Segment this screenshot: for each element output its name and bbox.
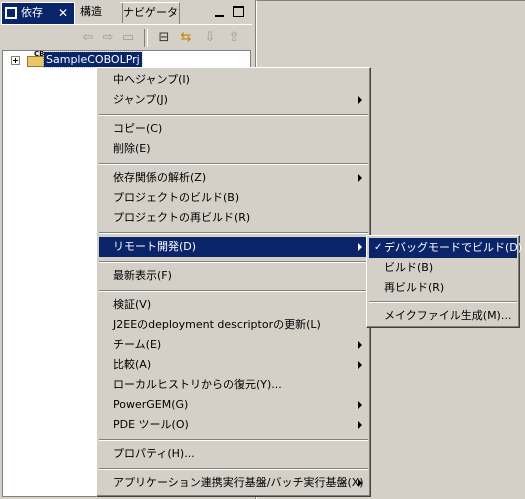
menu-item-restore-local-history[interactable]: ローカルヒストリからの復元(Y)... (99, 375, 368, 395)
submenu-arrow-icon (358, 361, 362, 369)
menu-item-label: プロジェクトのビルド(B) (113, 191, 240, 204)
tab-navigator-label: ナビゲータ (123, 6, 178, 19)
menu-item-analyze-dependencies[interactable]: 依存関係の解析(Z) (99, 168, 368, 188)
check-icon: ✓ (374, 242, 383, 253)
context-menu: 中へジャンプ(I) ジャンプ(J) コピー(C) 削除(E) 依存関係の解析(Z… (96, 67, 371, 497)
menu-separator (99, 163, 368, 165)
menu-item-team[interactable]: チーム(E) (99, 335, 368, 355)
menu-item-copy[interactable]: コピー(C) (99, 119, 368, 139)
submenu-arrow-icon (358, 174, 362, 182)
submenu-item-label: デバッグモードでビルド(D) (384, 241, 523, 254)
up-folder-icon[interactable]: ▭ (119, 29, 137, 47)
menu-separator (99, 261, 368, 263)
menu-item-label: PowerGEM(G) (113, 398, 189, 411)
menu-item-label: PDE ツール(O) (113, 418, 189, 431)
menu-item-application-batch-platform[interactable]: アプリケーション連携実行基盤/バッチ実行基盤(X) (99, 473, 368, 493)
collapse-all-icon[interactable]: ⊟ (155, 29, 173, 47)
tab-dependency[interactable]: 依存 ✕ (1, 2, 75, 24)
submenu-item-debug-build[interactable]: ✓ デバッグモードでビルド(D) (369, 238, 522, 258)
submenu-arrow-icon (358, 479, 362, 487)
minimize-button[interactable] (215, 9, 225, 17)
remote-development-submenu: ✓ デバッグモードでビルド(D) ビルド(B) 再ビルド(R) メイクファイル生… (366, 235, 522, 328)
toolbar-separator (144, 29, 148, 47)
menu-separator (99, 290, 368, 292)
menu-item-label: 最新表示(F) (113, 269, 172, 282)
back-arrow-icon[interactable]: ⇦ (79, 29, 97, 47)
menu-item-refresh[interactable]: 最新表示(F) (99, 266, 368, 286)
tab-navigator[interactable]: ナビゲータ (120, 2, 180, 24)
menu-separator (369, 301, 517, 303)
menu-item-update-deployment-descriptor[interactable]: J2EEのdeployment descriptorの更新(L) (99, 315, 368, 335)
menu-separator (99, 439, 368, 441)
expand-icon[interactable] (11, 56, 20, 65)
menu-item-label: J2EEのdeployment descriptorの更新(L) (113, 318, 321, 331)
menu-item-label: 削除(E) (113, 142, 151, 155)
menu-item-label: コピー(C) (113, 122, 163, 135)
menu-item-properties[interactable]: プロパティ(H)... (99, 444, 368, 464)
menu-item-label: 依存関係の解析(Z) (113, 171, 207, 184)
menu-item-label: リモート開発(D) (113, 240, 197, 253)
menu-separator (99, 114, 368, 116)
submenu-item-label: 再ビルド(R) (384, 281, 445, 294)
menu-item-label: 検証(V) (113, 298, 152, 311)
submenu-arrow-icon (358, 421, 362, 429)
maximize-button[interactable] (233, 6, 244, 17)
submenu-item-label: メイクファイル生成(M)... (384, 309, 512, 322)
view-icon (5, 7, 17, 19)
tab-structure[interactable]: 構造 (76, 2, 123, 23)
submenu-arrow-icon (358, 96, 362, 104)
submenu-item-build[interactable]: ビルド(B) (369, 258, 517, 278)
menu-item-compare[interactable]: 比較(A) (99, 355, 368, 375)
tab-structure-label: 構造 (80, 5, 102, 18)
submenu-item-rebuild[interactable]: 再ビルド(R) (369, 278, 517, 298)
tree-item-sample-cobol-project[interactable]: SampleCOBOLPrj (43, 51, 143, 68)
submenu-item-generate-makefile[interactable]: メイクファイル生成(M)... (369, 306, 517, 326)
view-toolbar: ⇦ ⇨ ▭ ⊟ ⇆ ⇩ ⇧ (1, 24, 252, 50)
menu-item-jump[interactable]: ジャンプ(J) (99, 90, 368, 110)
menu-item-label: 比較(A) (113, 358, 152, 371)
submenu-arrow-icon (358, 243, 362, 251)
import-icon[interactable]: ⇩ (201, 29, 219, 47)
menu-item-label: プロジェクトの再ビルド(R) (113, 211, 251, 224)
menu-item-label: 中へジャンプ(I) (113, 73, 190, 86)
menu-item-powergem[interactable]: PowerGEM(G) (99, 395, 368, 415)
tab-dependency-label: 依存 (21, 6, 43, 19)
menu-item-rebuild-project[interactable]: プロジェクトの再ビルド(R) (99, 208, 368, 228)
submenu-arrow-icon (358, 341, 362, 349)
close-tab-icon[interactable]: ✕ (58, 3, 68, 23)
menu-item-label: ジャンプ(J) (113, 93, 168, 106)
menu-item-label: ローカルヒストリからの復元(Y)... (113, 378, 282, 391)
link-with-editor-icon[interactable]: ⇆ (177, 29, 195, 47)
menu-separator (99, 468, 368, 470)
submenu-arrow-icon (358, 401, 362, 409)
menu-item-build-project[interactable]: プロジェクトのビルド(B) (99, 188, 368, 208)
menu-item-validate[interactable]: 検証(V) (99, 295, 368, 315)
menu-item-label: チーム(E) (113, 338, 162, 351)
menu-item-label: プロパティ(H)... (113, 447, 195, 460)
menu-separator (99, 232, 368, 234)
view-tab-bar: 依存 ✕ 構造 ナビゲータ (0, 2, 253, 24)
menu-item-remote-development[interactable]: リモート開発(D) (99, 237, 368, 257)
submenu-item-label: ビルド(B) (384, 261, 434, 274)
forward-arrow-icon[interactable]: ⇨ (99, 29, 117, 47)
export-icon[interactable]: ⇧ (225, 29, 243, 47)
cobol-project-icon: CB (27, 50, 44, 67)
menu-item-pde-tools[interactable]: PDE ツール(O) (99, 415, 368, 435)
menu-item-jump-into[interactable]: 中へジャンプ(I) (99, 70, 368, 90)
menu-item-label: アプリケーション連携実行基盤/バッチ実行基盤(X) (113, 476, 364, 489)
menu-item-delete[interactable]: 削除(E) (99, 139, 368, 159)
